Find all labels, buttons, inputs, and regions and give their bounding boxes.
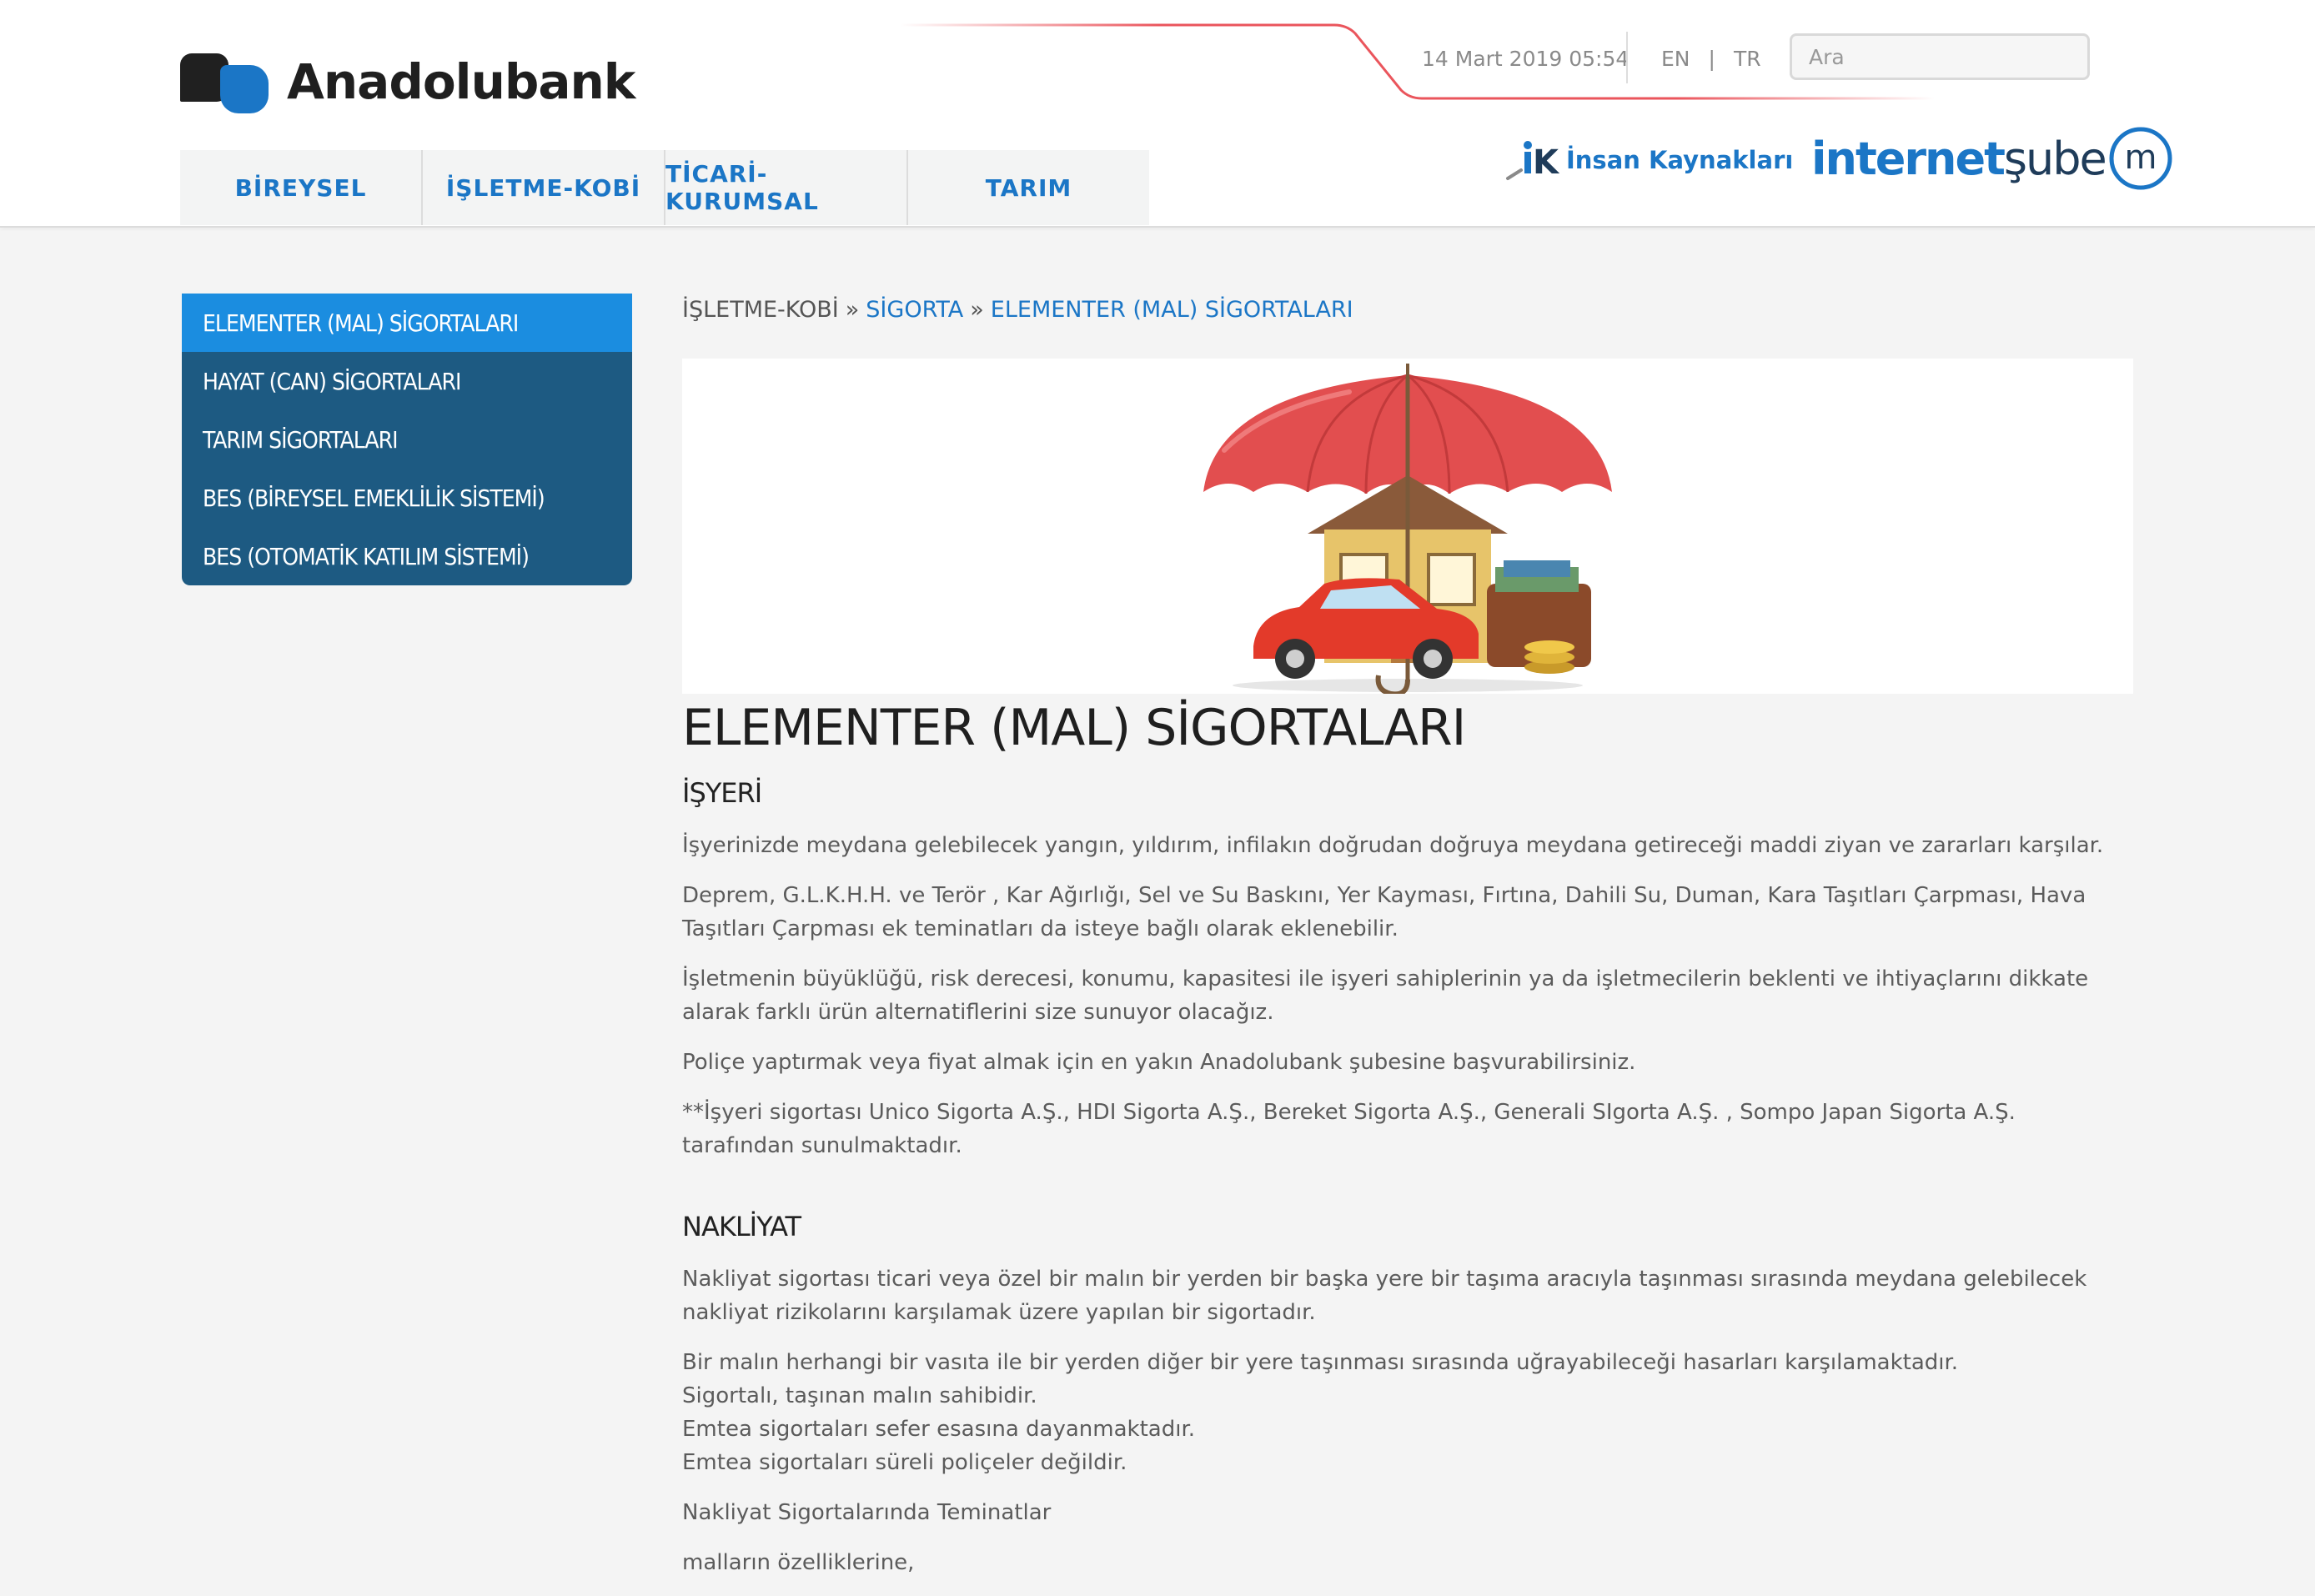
sidebar-item-tarim[interactable]: TARIM SİGORTALARI bbox=[182, 410, 632, 469]
breadcrumb: İŞLETME-KOBİ» SİGORTA» ELEMENTER (MAL) SİG… bbox=[682, 297, 1353, 323]
internet-sube-link[interactable]: internet şube m bbox=[1811, 125, 2174, 192]
paragraph: İşyerinizde meydana gelebilecek yangın, … bbox=[682, 833, 2104, 858]
paragraph: malların özelliklerine, bbox=[682, 1550, 915, 1575]
section-isyeri-body: İşyerinizde meydana gelebilecek yangın, … bbox=[682, 829, 2133, 1179]
anadolubank-logo[interactable]: Anadolubank bbox=[180, 50, 635, 113]
section-heading-isyeri: İŞYERİ bbox=[682, 777, 762, 809]
language-switch: EN | TR bbox=[1661, 47, 1761, 71]
line: Sigortalı, taşınan malın sahibidir. bbox=[682, 1383, 1037, 1408]
breadcrumb-sep: » bbox=[970, 297, 984, 323]
logo-text: Anadolubank bbox=[287, 53, 635, 110]
paragraph: Deprem, G.L.K.H.H. ve Terör , Kar Ağırlı… bbox=[682, 883, 2087, 941]
paragraph: Poliçe yaptırmak veya fiyat almak için e… bbox=[682, 1050, 1636, 1075]
internetsube-text-2: şube bbox=[2003, 132, 2107, 185]
svg-text:K: K bbox=[1533, 143, 1560, 182]
lang-separator: | bbox=[1708, 47, 1715, 71]
line: Bir malın herhangi bir vasıta ile bir ye… bbox=[682, 1350, 1959, 1375]
nav-isletme-kobi[interactable]: İŞLETME-KOBİ bbox=[423, 150, 665, 225]
current-date: 14 Mart 2019 05:54 bbox=[1422, 47, 1630, 71]
insan-kaynaklari-link[interactable]: K İnsan Kaynakları bbox=[1503, 135, 1793, 185]
paragraph: Nakliyat Sigortalarında Teminatlar bbox=[682, 1500, 1052, 1525]
page-title: ELEMENTER (MAL) SİGORTALARI bbox=[682, 699, 1466, 757]
sidebar-item-bes-bireysel[interactable]: BES (BİREYSEL EMEKLİLİK SİSTEMİ) bbox=[182, 469, 632, 527]
logo-mark-icon bbox=[180, 50, 275, 113]
ik-label: İnsan Kaynakları bbox=[1566, 146, 1794, 174]
paragraph: İşletmenin büyüklüğü, risk derecesi, kon… bbox=[682, 966, 2089, 1025]
decorative-red-curve bbox=[901, 23, 1935, 100]
sidebar-menu: ELEMENTER (MAL) SİGORTALARI HAYAT (CAN) … bbox=[182, 294, 632, 585]
section-nakliyat-body: Nakliyat sigortası ticari veya özel bir … bbox=[682, 1262, 2133, 1596]
nav-tarim[interactable]: TARIM bbox=[908, 150, 1149, 225]
main-nav: BİREYSEL İŞLETME-KOBİ TİCARİ-KURUMSAL TA… bbox=[180, 150, 1149, 225]
section-heading-nakliyat: NAKLİYAT bbox=[682, 1211, 801, 1242]
paragraph: **İşyeri sigortası Unico Sigorta A.Ş., H… bbox=[682, 1100, 2016, 1158]
breadcrumb-sigorta-link[interactable]: SİGORTA bbox=[866, 297, 963, 323]
breadcrumb-isletme: İŞLETME-KOBİ bbox=[682, 297, 839, 323]
lang-tr-link[interactable]: TR bbox=[1734, 47, 1761, 71]
lang-en-link[interactable]: EN bbox=[1661, 47, 1690, 71]
ik-icon: K bbox=[1506, 141, 1560, 182]
sidebar-item-hayat[interactable]: HAYAT (CAN) SİGORTALARI bbox=[182, 352, 632, 410]
sidebar-item-bes-otomatik[interactable]: BES (OTOMATİK KATILIM SİSTEMİ) bbox=[182, 527, 632, 585]
nav-bireysel[interactable]: BİREYSEL bbox=[180, 150, 423, 225]
internetsube-text-1: internet bbox=[1811, 132, 2006, 185]
search-input[interactable] bbox=[1790, 33, 2090, 80]
header-divider bbox=[1626, 32, 1628, 83]
nav-ticari-kurumsal[interactable]: TİCARİ-KURUMSAL bbox=[665, 150, 908, 225]
svg-text:m: m bbox=[2124, 138, 2157, 177]
umbrella-house-car-illustration bbox=[1203, 364, 1612, 694]
line: Emtea sigortaları sefer esasına dayanmak… bbox=[682, 1417, 1196, 1442]
paragraph: Nakliyat sigortası ticari veya özel bir … bbox=[682, 1267, 2087, 1325]
breadcrumb-sep: » bbox=[845, 297, 860, 323]
site-header: Anadolubank 14 Mart 2019 05:54 EN | TR BİR… bbox=[0, 0, 2315, 228]
line: Emtea sigortaları süreli poliçeler değil… bbox=[682, 1450, 1127, 1475]
paragraph-lines: Bir malın herhangi bir vasıta ile bir ye… bbox=[682, 1346, 2133, 1479]
breadcrumb-elementer-link[interactable]: ELEMENTER (MAL) SİGORTALARI bbox=[991, 297, 1353, 323]
mobile-m-icon: m bbox=[2109, 127, 2172, 190]
sidebar-item-elementer[interactable]: ELEMENTER (MAL) SİGORTALARI bbox=[182, 294, 632, 352]
insurance-banner-image bbox=[682, 359, 2133, 694]
